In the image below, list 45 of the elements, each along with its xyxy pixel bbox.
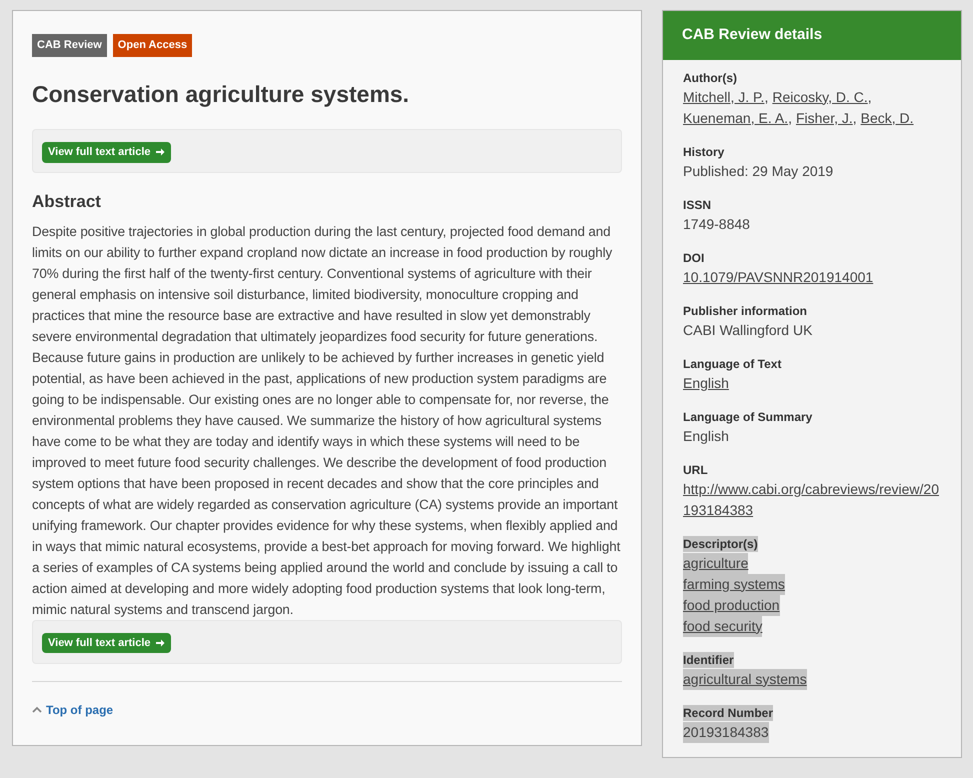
- field-label: Author(s): [683, 70, 737, 86]
- field-link[interactable]: Reicosky, D. C.: [772, 88, 868, 104]
- field-link[interactable]: Beck, D.: [860, 110, 914, 126]
- separator-text: ,: [764, 88, 768, 104]
- field-link[interactable]: food security: [683, 616, 762, 636]
- field-link[interactable]: Fisher, J.: [796, 110, 853, 126]
- field-label: History: [683, 144, 724, 160]
- field-link[interactable]: http://www.cabi.org/cabreviews/review/20193184383: [683, 478, 941, 520]
- field-link[interactable]: Kueneman, E. A.: [683, 110, 788, 126]
- abstract-heading: Abstract: [32, 191, 102, 213]
- details-header: CAB Review details: [663, 11, 961, 60]
- separator-text: ,: [852, 110, 857, 126]
- chevron-up-icon: [32, 706, 42, 713]
- field-value: Published: 29 May 2019: [683, 162, 834, 181]
- field-link[interactable]: farming systems: [683, 574, 785, 594]
- view-full-text-button[interactable]: View full text article: [42, 142, 171, 162]
- article-title: Conservation agriculture systems.: [32, 80, 410, 109]
- field-label: Language of Summary: [683, 408, 812, 424]
- field-link[interactable]: Mitchell, J. P.: [683, 88, 764, 104]
- abstract-text: Despite positive trajectories in global production during the last century, projected food demand and limits on our ability to further expand cropland now dictate an increase in food production by roughly 70% during the first half of the twenty-first century. Conventional systems of agriculture with their general emphasis on intensive soil disturbance, limited biodiversity, monoculture cropping and practices that mine the resource base are extractive and have resulted in slow yet demonstrably severe environmental degradation that ultimately jeopardizes food security for future generations. Because future gains in production are unlikely to be achieved by further increases in genetic yield potential, as have been achieved in the past, applications of new production system paradigms are going to be indispensable. Our existing ones are no longer able to compensate for, nor reverse, the environmental problems they have caused. We summarize the history of how agricultural systems have come to be what they are today and identify ways in which these systems will need to be improved to meet future food security challenges. We describe the development of food production system options that have been proposed in recent decades and show that the core principles and concepts of what are widely regarded as conservation agriculture (CA) systems provide an important unifying framework. Our chapter provides evidence for why these systems, when flexibly applied and in ways that mimic natural ecosystems, provide a best-bet approach for moving forward. We highlight a series of examples of CA systems being applied around the world and conclude by issuing a call to action aimed at developing and more widely adopting food production systems that look long-term, mimic natural systems and transcend jargon.: [32, 222, 622, 619]
- field-link[interactable]: agricultural systems: [683, 668, 807, 690]
- field-label: Publisher information: [683, 302, 808, 318]
- field-label: Language of Text: [683, 356, 782, 372]
- field-link[interactable]: 10.1079/PAVSNNR201914001: [683, 266, 874, 288]
- badge: CAB Review: [32, 34, 107, 56]
- arrow-right-icon: [154, 638, 165, 648]
- field-value: 1749-8848: [683, 214, 750, 234]
- field-value: 20193184383: [683, 722, 769, 742]
- field-label: DOI: [683, 250, 704, 266]
- field-link[interactable]: English: [683, 372, 729, 394]
- separator-text: ,: [788, 110, 792, 126]
- field-label: Descriptor(s): [683, 536, 758, 552]
- field-label: ISSN: [683, 196, 712, 212]
- top-of-page-link[interactable]: Top of page: [32, 700, 114, 718]
- field-label: Identifier: [683, 652, 734, 668]
- field-label: URL: [683, 462, 708, 478]
- field-value: CABI Wallingford UK: [683, 320, 812, 340]
- field-label: Record Number: [683, 704, 774, 720]
- badge: Open Access: [112, 34, 192, 56]
- field-link[interactable]: agriculture: [683, 552, 748, 574]
- view-full-text-button[interactable]: View full text article: [42, 632, 171, 653]
- field-link[interactable]: food production: [683, 594, 780, 616]
- separator-text: ,: [868, 88, 872, 104]
- arrow-right-icon: [154, 147, 165, 158]
- field-value: English: [683, 426, 729, 446]
